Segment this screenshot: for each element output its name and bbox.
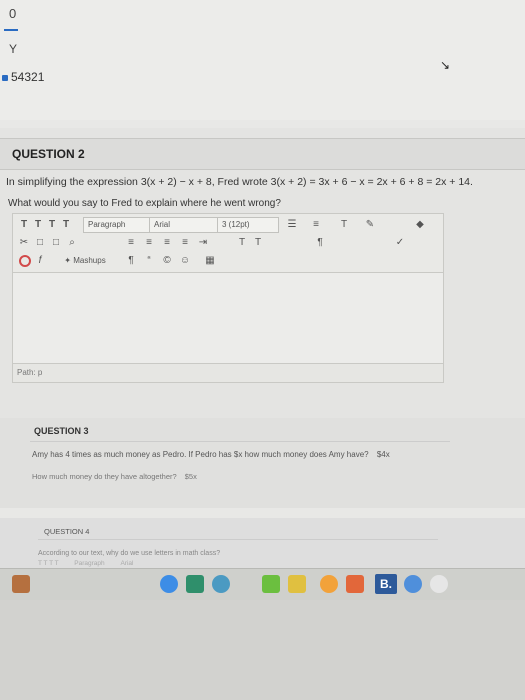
question-header: QUESTION 3 <box>30 423 450 442</box>
photos-app-icon[interactable] <box>320 575 338 593</box>
spellcheck-icon[interactable]: ✓ <box>393 235 407 250</box>
record-icon[interactable] <box>19 255 31 267</box>
paragraph-mark-icon[interactable]: ¶ <box>125 253 137 268</box>
eraser-icon[interactable]: ◆ <box>413 217 427 232</box>
justify-icon[interactable]: ≡ <box>177 235 193 250</box>
editor-toolbar: T T T T Paragraph Arial 3 (12pt) ☰ ≡ T ✎… <box>12 213 444 273</box>
editor-path-bar: Path: p <box>12 363 444 383</box>
answer-editor[interactable] <box>12 273 444 364</box>
subscript-icon[interactable]: T <box>251 235 265 250</box>
monitor-bezel <box>0 600 525 700</box>
question-3-block: QUESTION 3 Amy has 4 times as much money… <box>0 418 525 508</box>
paragraph-select[interactable]: Paragraph <box>74 560 104 567</box>
table-icon[interactable]: ▦ <box>203 253 217 268</box>
formula-icon[interactable]: f <box>33 253 47 268</box>
app-icon[interactable] <box>288 575 306 593</box>
chart-app-icon[interactable] <box>262 575 280 593</box>
question-prompt: According to our text, why do we use let… <box>38 550 221 557</box>
text-style-button[interactable]: T <box>59 217 73 232</box>
numbered-list-icon[interactable]: ≡ <box>309 217 323 232</box>
path-label: Path: p <box>17 368 43 377</box>
font-select[interactable]: Arial <box>120 560 133 567</box>
highlight-icon[interactable]: ✎ <box>363 217 377 232</box>
paragraph-select[interactable]: Paragraph <box>83 217 151 233</box>
align-right-icon[interactable]: ≡ <box>159 235 175 250</box>
toolbar-row-2: ✂ □ □ ⌕ ≡ ≡ ≡ ≡ ⇥ T T ¶ ✓ <box>13 234 443 252</box>
find-icon[interactable]: ⌕ <box>65 235 79 250</box>
previous-answer-area: 0 Y 54321 ↘ <box>0 0 525 120</box>
mashups-button[interactable]: ✦ Mashups <box>55 253 115 268</box>
toolbar-row-3: f ✦ Mashups ¶ “ © ☺ ▦ <box>13 252 443 270</box>
question-2-block: QUESTION 2 In simplifying the expression… <box>0 128 525 418</box>
question-title: QUESTION 3 <box>34 426 89 436</box>
answer-text[interactable]: $5x <box>185 472 197 481</box>
previous-answer-value: 54321 <box>11 70 45 84</box>
browser-icon[interactable] <box>160 575 178 593</box>
question-prompt: In simplifying the expression 3(x + 2) −… <box>6 176 473 188</box>
mashups-label: Mashups <box>73 256 106 265</box>
emoji-icon[interactable]: ☺ <box>179 253 191 268</box>
font-size-select[interactable]: 3 (12pt) <box>217 217 279 233</box>
text-color-icon[interactable]: T <box>337 217 351 232</box>
app-icon[interactable] <box>12 575 30 593</box>
question-title: QUESTION 4 <box>44 527 90 536</box>
mouse-cursor-icon: ↘ <box>440 58 451 72</box>
special-char-icon[interactable]: © <box>161 253 173 268</box>
equation-marker-icon <box>2 75 8 81</box>
fraction-numerator: 0 <box>9 6 17 21</box>
app-icon[interactable] <box>186 575 204 593</box>
quote-icon[interactable]: “ <box>143 253 155 268</box>
text-style-button[interactable]: T <box>31 217 45 232</box>
taskbar: B. <box>0 568 525 601</box>
b-app-icon[interactable]: B. <box>375 574 397 594</box>
copy-icon[interactable]: □ <box>33 235 47 250</box>
screen: 0 Y 54321 ↘ QUESTION 2 In simplifying th… <box>0 0 525 601</box>
text-style-button[interactable]: T <box>17 217 31 232</box>
text-style-button[interactable]: T <box>45 217 59 232</box>
cut-icon[interactable]: ✂ <box>17 235 31 250</box>
app-icon[interactable] <box>430 575 448 593</box>
indent-icon[interactable]: ⇥ <box>195 235 211 250</box>
question-title: QUESTION 2 <box>12 147 85 161</box>
paragraph-mark-icon[interactable]: ¶ <box>313 235 327 250</box>
bullet-list-icon[interactable]: ☰ <box>285 217 299 232</box>
question-prompt: Amy has 4 times as much money as Pedro. … <box>32 450 390 459</box>
toolbar-row-1: T T T T Paragraph Arial 3 (12pt) ☰ ≡ T ✎… <box>13 216 443 234</box>
app-icon[interactable] <box>212 575 230 593</box>
question-4-block: QUESTION 4 According to our text, why do… <box>0 518 525 568</box>
fraction-bar <box>4 29 18 31</box>
answer-text[interactable]: $4x <box>377 450 390 459</box>
question-header: QUESTION 4 <box>38 523 438 540</box>
font-select[interactable]: Arial <box>149 217 219 233</box>
question-prompt-text: Amy has 4 times as much money as Pedro. … <box>32 450 369 459</box>
question-prompt-2: What would you say to Fred to explain wh… <box>8 198 281 209</box>
question-header: QUESTION 2 <box>0 138 525 170</box>
app-icon[interactable] <box>346 575 364 593</box>
chrome-icon[interactable] <box>404 575 422 593</box>
align-center-icon[interactable]: ≡ <box>141 235 157 250</box>
text-style-buttons[interactable]: T T T T <box>38 560 58 567</box>
align-left-icon[interactable]: ≡ <box>123 235 139 250</box>
superscript-icon[interactable]: T <box>235 235 249 250</box>
question-prompt-2: How much money do they have altogether? … <box>32 472 197 481</box>
fraction-denominator: Y <box>9 42 18 56</box>
paste-icon[interactable]: □ <box>49 235 63 250</box>
question-prompt-text: How much money do they have altogether? <box>32 472 177 481</box>
